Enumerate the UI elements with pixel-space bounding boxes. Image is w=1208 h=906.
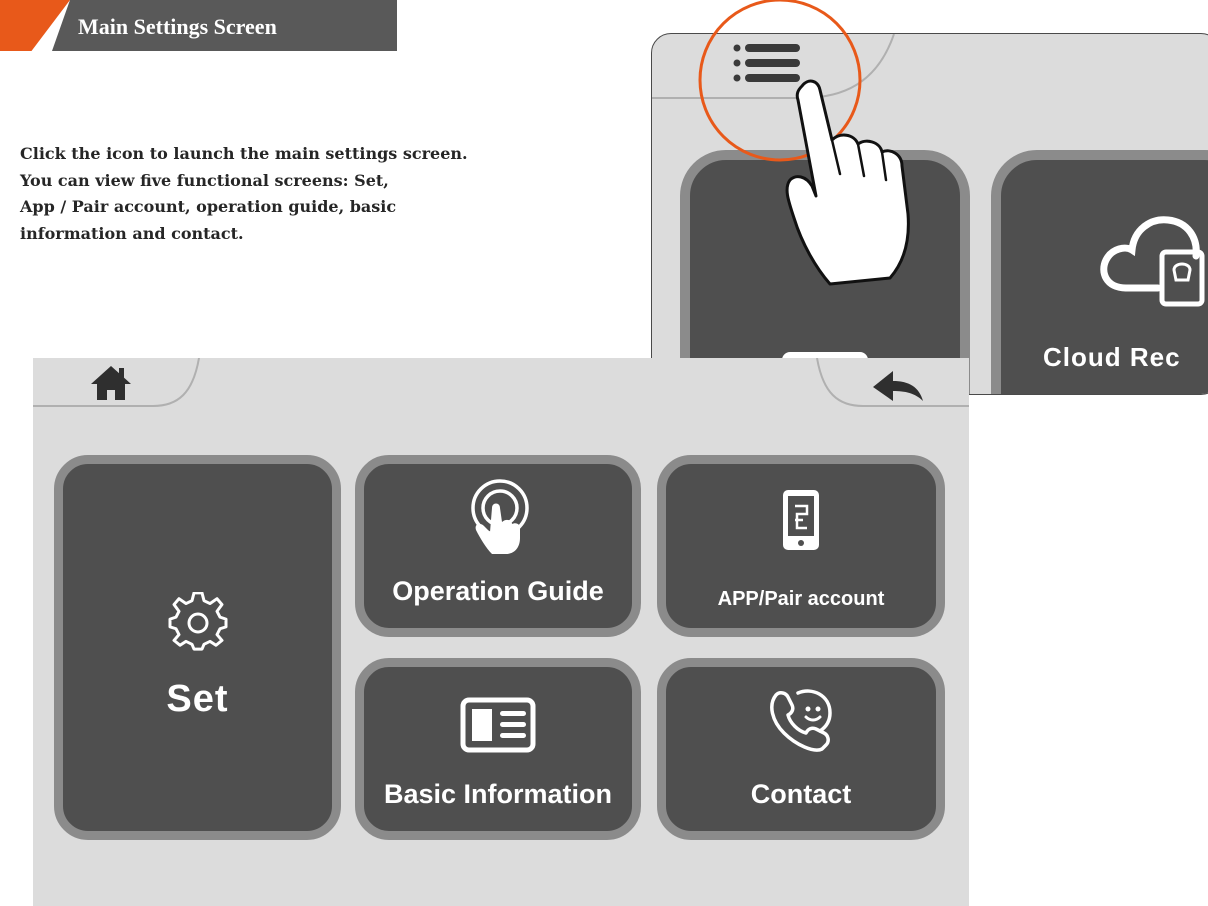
gear-icon [168,592,227,651]
basic-information-tile[interactable]: Basic Information [355,658,641,840]
id-card-icon [460,697,536,753]
set-tile[interactable]: Set [54,455,341,840]
top-bar-tabs [33,358,969,407]
page-title: Main Settings Screen [78,14,277,39]
contact-tile[interactable]: Contact [657,658,945,840]
pointing-hand-icon [785,79,910,286]
home-button[interactable] [83,362,139,404]
intro-line: App / Pair account, operation guide, bas… [20,197,397,216]
operation-guide-tile[interactable]: Operation Guide [355,455,641,637]
intro-line: You can view five functional screens: Se… [20,170,389,190]
intro-line: information and contact. [20,223,244,243]
basic-information-label: Basic Information [383,779,613,809]
back-arrow-icon [873,371,923,401]
cloud-recipe-tile[interactable]: Cloud Rec [991,150,1208,394]
intro-text: Click the icon to launch the main settin… [20,141,620,247]
back-button[interactable] [867,366,931,406]
home-icon [91,366,131,400]
contact-label: Contact [750,779,852,809]
intro-line: Click the icon to launch the main settin… [20,144,468,163]
tap-highlight-illustration [698,0,910,286]
set-label: Set [166,678,229,720]
cloud-book-icon [1100,216,1205,307]
app-pair-account-label: APP/Pair account [717,588,885,610]
touch-hand-icon [471,479,529,554]
phone-pair-icon [783,490,819,550]
app-pair-account-tile[interactable]: APP/Pair account [657,455,945,637]
main-settings-screen: Set Operation Guide APP/Pair account Bas… [33,358,969,906]
cloud-tile-label: Cloud Rec [1043,342,1181,372]
operation-guide-label: Operation Guide [392,576,604,606]
contact-phone-icon [770,689,832,752]
